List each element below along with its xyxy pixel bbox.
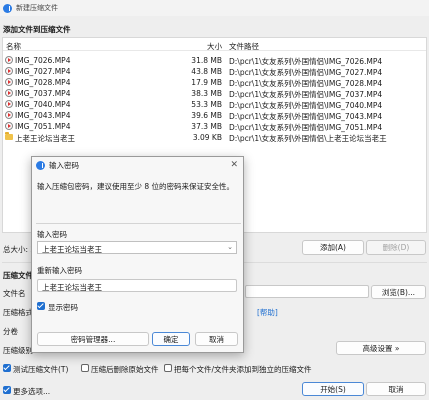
file-name: IMG_7037.MP4	[15, 89, 71, 98]
media-file-icon	[5, 89, 13, 97]
window-title: 新建压缩文件	[16, 4, 58, 12]
help-link[interactable]: [帮助]	[257, 307, 278, 318]
add-button[interactable]: 添加(A)	[302, 240, 364, 255]
confirm-password-label: 重新输入密码	[37, 266, 82, 275]
file-row[interactable]: IMG_7043.MP4 39.6 MB D:\pcr\1\女友系列\外国情侣\IM…	[3, 110, 426, 121]
file-list-header: 名称 大小 文件路径	[3, 38, 426, 51]
add-files-section-label: 添加文件到压缩文件	[3, 25, 71, 34]
start-button[interactable]: 开始(S)	[302, 382, 364, 396]
archive-section-title: 压缩文件	[3, 271, 33, 280]
file-size: 17.9 MB	[191, 78, 222, 87]
browse-button[interactable]: 浏览(B)...	[371, 285, 426, 299]
show-password-label: 显示密码	[48, 303, 78, 312]
password-input[interactable]: 上老王论坛当老王 ⌄	[37, 241, 237, 254]
file-name: IMG_7043.MP4	[15, 111, 71, 120]
more-options-label[interactable]: 更多选项...	[13, 386, 50, 397]
test-archive-label: 测试压缩文件(T)	[13, 365, 69, 374]
delete-source-checkbox[interactable]	[81, 364, 89, 372]
separate-archives-label: 把每个文件/文件夹添加到独立的压缩文件	[174, 365, 312, 374]
password-value: 上老王论坛当老王	[42, 245, 102, 254]
file-name: IMG_7028.MP4	[15, 78, 71, 87]
file-size: 53.3 MB	[191, 100, 222, 109]
split-label: 分卷	[3, 327, 18, 336]
password-dialog: 输入密码 ✕ 输入压缩包密码，建议使用至少 8 位的密码来保证安全性。 输入密码…	[31, 156, 244, 353]
dialog-title-bar: 输入密码 ✕	[32, 157, 243, 174]
column-header-name[interactable]: 名称	[6, 41, 21, 52]
dialog-title: 输入密码	[49, 161, 79, 170]
separate-archives-checkbox[interactable]	[164, 364, 172, 372]
cancel-button[interactable]: 取消	[366, 382, 426, 396]
column-header-size[interactable]: 大小	[207, 41, 222, 52]
format-label: 压缩格式	[3, 308, 33, 317]
file-name: IMG_7051.MP4	[15, 122, 71, 131]
media-file-icon	[5, 122, 13, 130]
file-name: IMG_7027.MP4	[15, 67, 71, 76]
delete-source-label: 压缩后删除原始文件	[91, 365, 159, 374]
media-file-icon	[5, 78, 13, 86]
dialog-divider	[36, 223, 241, 224]
file-row[interactable]: IMG_7040.MP4 53.3 MB D:\pcr\1\女友系列\外国情侣\IM…	[3, 99, 426, 110]
media-file-icon	[5, 67, 13, 75]
media-file-icon	[5, 100, 13, 108]
password-manager-button[interactable]: 密码管理器...	[37, 332, 149, 346]
more-options-checkbox[interactable]	[3, 386, 11, 394]
show-password-checkbox[interactable]	[37, 302, 45, 310]
file-size: 43.8 MB	[191, 67, 222, 76]
file-row[interactable]: IMG_7026.MP4 31.8 MB D:\pcr\1\女友系列\外国情侣\IM…	[3, 55, 426, 66]
file-row[interactable]: IMG_7037.MP4 38.3 MB D:\pcr\1\女友系列\外国情侣\IM…	[3, 88, 426, 99]
file-name: IMG_7026.MP4	[15, 56, 71, 65]
advanced-settings-button[interactable]: 高级设置 »	[336, 341, 426, 355]
file-row[interactable]: 上老王论坛当老王 3.09 KB D:\pcr\1\女友系列\外国情侣\上老王论坛当…	[3, 132, 426, 143]
confirm-password-input[interactable]: 上老王论坛当老王	[37, 279, 237, 292]
media-file-icon	[5, 56, 13, 64]
file-path: D:\pcr\1\女友系列\外国情侣\上老王论坛当老王	[229, 134, 387, 143]
file-size: 3.09 KB	[192, 133, 222, 142]
folder-icon	[5, 132, 13, 140]
test-archive-checkbox[interactable]	[3, 364, 11, 372]
password-label: 输入密码	[37, 230, 67, 239]
dialog-cancel-button[interactable]: 取消	[195, 332, 238, 346]
file-row[interactable]: IMG_7027.MP4 43.8 MB D:\pcr\1\女友系列\外国情侣\IM…	[3, 66, 426, 77]
filename-label: 文件名	[3, 289, 26, 298]
title-bar: 新建压缩文件	[0, 0, 429, 16]
confirm-password-value: 上老王论坛当老王	[42, 283, 102, 292]
app-logo-icon	[3, 3, 12, 13]
chevron-down-icon[interactable]: ⌄	[227, 243, 233, 251]
delete-button[interactable]: 删除(D)	[366, 240, 426, 255]
file-row[interactable]: IMG_7028.MP4 17.9 MB D:\pcr\1\女友系列\外国情侣\IM…	[3, 77, 426, 88]
compression-level-label: 压缩级别	[3, 346, 33, 355]
media-file-icon	[5, 111, 13, 119]
dialog-app-icon	[36, 161, 45, 170]
file-size: 39.6 MB	[191, 111, 222, 120]
ok-button[interactable]: 确定	[152, 332, 190, 346]
file-name: 上老王论坛当老王	[15, 134, 75, 143]
file-size: 31.8 MB	[191, 56, 222, 65]
column-header-path[interactable]: 文件路径	[229, 41, 259, 52]
dialog-hint: 输入压缩包密码，建议使用至少 8 位的密码来保证安全性。	[37, 182, 235, 191]
filename-input[interactable]	[245, 285, 369, 298]
close-icon[interactable]: ✕	[230, 160, 238, 170]
file-size: 37.3 MB	[191, 122, 222, 131]
file-row[interactable]: IMG_7051.MP4 37.3 MB D:\pcr\1\女友系列\外国情侣\IM…	[3, 121, 426, 132]
file-name: IMG_7040.MP4	[15, 100, 71, 109]
file-size: 38.3 MB	[191, 89, 222, 98]
